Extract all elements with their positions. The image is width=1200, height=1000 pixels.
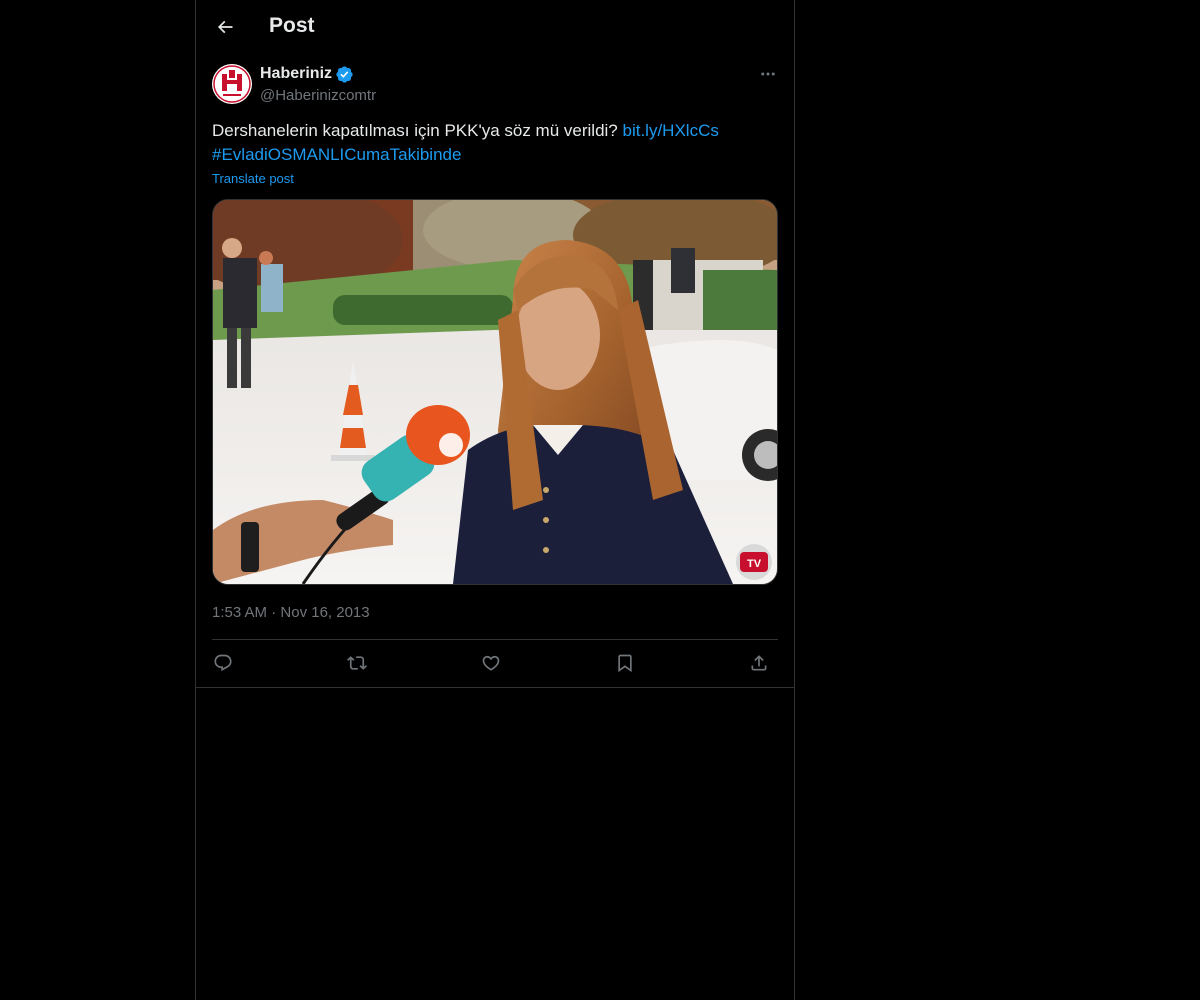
page-title: Post — [269, 14, 315, 37]
verified-badge-icon[interactable] — [335, 65, 354, 84]
like-button[interactable] — [480, 652, 502, 674]
post-timestamp[interactable]: 1:53 AM · Nov 16, 2013 — [212, 604, 370, 621]
tv-badge-label: TV — [747, 558, 762, 570]
post-text: Dershanelerin kapatılması için PKK'ya sö… — [212, 119, 778, 167]
share-button[interactable] — [748, 652, 770, 674]
post-hashtag[interactable]: #EvladiOSMANLICumaTakibinde — [212, 145, 461, 164]
more-options-button[interactable] — [758, 64, 778, 84]
post-actions-bar — [212, 640, 778, 687]
translate-post-link[interactable]: Translate post — [212, 171, 294, 186]
bookmark-button[interactable] — [614, 652, 636, 674]
author-handle[interactable]: @Haberinizcomtr — [260, 87, 376, 104]
haberiniz-logo — [213, 65, 251, 103]
display-name[interactable]: Haberiniz — [260, 65, 332, 83]
primary-column: Post Haberiniz @Haberinizcomtr Dershanel… — [195, 0, 795, 1000]
post-media-image[interactable]: TV — [212, 199, 778, 585]
post-text-body: Dershanelerin kapatılması için PKK'ya sö… — [212, 121, 618, 140]
back-button[interactable] — [208, 10, 242, 44]
repost-button[interactable] — [346, 652, 368, 674]
post-link[interactable]: bit.ly/HXlcCs — [623, 121, 719, 140]
share-icon — [749, 653, 769, 673]
timestamp-separator: · — [271, 604, 277, 621]
reply-button[interactable] — [212, 652, 234, 674]
like-icon — [481, 653, 501, 673]
repost-icon — [347, 653, 367, 673]
post-author: Haberiniz @Haberinizcomtr — [212, 64, 778, 108]
interview-photo: TV — [213, 200, 777, 584]
avatar[interactable] — [212, 64, 252, 104]
tv-badge: TV — [736, 544, 772, 580]
post-date: Nov 16, 2013 — [280, 604, 370, 621]
post-bottom-border — [196, 687, 794, 688]
post-time: 1:53 AM — [212, 604, 268, 621]
arrow-left-icon — [215, 17, 235, 37]
bookmark-icon — [615, 653, 635, 673]
page-header: Post — [196, 0, 794, 53]
reply-icon — [213, 653, 233, 673]
more-horizontal-icon — [759, 65, 777, 83]
